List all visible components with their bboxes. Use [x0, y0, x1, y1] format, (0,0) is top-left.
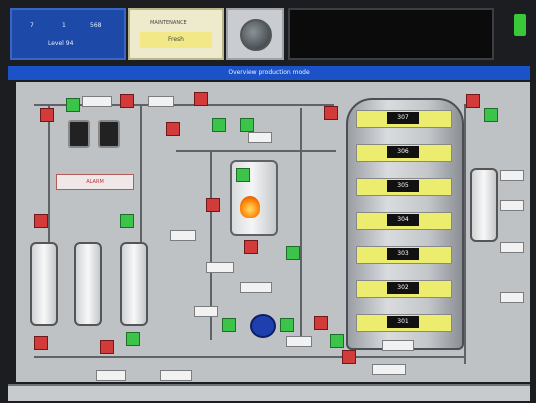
silo-row[interactable]: 303: [356, 246, 452, 264]
pipe-bottom: [34, 356, 464, 358]
dial-icon: [240, 19, 272, 51]
value-label: [148, 96, 174, 107]
valve-red[interactable]: [40, 108, 54, 122]
gauge-panel[interactable]: [226, 8, 284, 60]
silo-tag: 304: [387, 214, 419, 226]
silo-row[interactable]: 307: [356, 110, 452, 128]
silo-tag: 301: [387, 316, 419, 328]
silo-row[interactable]: 302: [356, 280, 452, 298]
tank-3[interactable]: [120, 242, 148, 326]
value-label: [206, 262, 234, 273]
value-label: [372, 364, 406, 375]
pipe-mid: [176, 150, 336, 152]
counter-a: 7: [30, 22, 34, 29]
silo-row[interactable]: 305: [356, 178, 452, 196]
valve-red[interactable]: [324, 106, 338, 120]
pipe-right: [300, 108, 302, 338]
valve-green[interactable]: [280, 318, 294, 332]
value-label: [240, 282, 272, 293]
tank-2[interactable]: [74, 242, 102, 326]
valve-red[interactable]: [244, 240, 258, 254]
valve-red[interactable]: [34, 336, 48, 350]
value-label: [82, 96, 112, 107]
mode-status: Fresh: [140, 32, 212, 48]
value-label: [170, 230, 196, 241]
pump-icon[interactable]: [250, 314, 276, 338]
mode-title: MAINTENANCE: [150, 20, 187, 26]
value-label: [286, 336, 312, 347]
counter-b: 1: [62, 22, 66, 29]
value-label: [500, 292, 524, 303]
valve-red[interactable]: [120, 94, 134, 108]
value-label: [194, 306, 218, 317]
counter-c: 568: [90, 22, 102, 29]
valve-green[interactable]: [222, 318, 236, 332]
run-indicator[interactable]: [514, 14, 526, 36]
silo-tag: 303: [387, 248, 419, 260]
value-label: [248, 132, 272, 143]
valve-red[interactable]: [466, 94, 480, 108]
value-label: [500, 200, 524, 211]
tank-right[interactable]: [470, 168, 498, 242]
value-label: [500, 170, 524, 181]
valve-red[interactable]: [100, 340, 114, 354]
valve-green[interactable]: [212, 118, 226, 132]
valve-green[interactable]: [126, 332, 140, 346]
message-display: [288, 8, 494, 60]
pipe-far-right: [464, 104, 466, 364]
burner-flame-icon: [240, 196, 260, 218]
valve-red[interactable]: [314, 316, 328, 330]
valve-green[interactable]: [120, 214, 134, 228]
valve-green[interactable]: [484, 108, 498, 122]
tank-1[interactable]: [30, 242, 58, 326]
storage-silo[interactable]: 307 306 305 304 303 302 301: [346, 98, 464, 350]
silo-row[interactable]: 301: [356, 314, 452, 332]
silo-tag: 305: [387, 180, 419, 192]
silo-row[interactable]: 306: [356, 144, 452, 162]
mode-panel[interactable]: MAINTENANCE Fresh: [128, 8, 224, 60]
panel-label: Level 94: [48, 40, 74, 47]
valve-red[interactable]: [34, 214, 48, 228]
valve-red[interactable]: [206, 198, 220, 212]
value-label: [500, 242, 524, 253]
silo-tag: 306: [387, 146, 419, 158]
silo-tag: 302: [387, 282, 419, 294]
value-label: [96, 370, 126, 381]
status-panel[interactable]: 7 1 568 Level 94: [10, 8, 126, 60]
valve-green[interactable]: [240, 118, 254, 132]
valve-green[interactable]: [66, 98, 80, 112]
silo-row[interactable]: 304: [356, 212, 452, 230]
filter-right[interactable]: [98, 120, 120, 148]
valve-green[interactable]: [330, 334, 344, 348]
page-title: Overview production mode: [8, 66, 530, 80]
valve-red[interactable]: [342, 350, 356, 364]
valve-green[interactable]: [236, 168, 250, 182]
footer-bar: [8, 384, 530, 401]
alarm-label[interactable]: ALARM: [56, 174, 134, 190]
filter-left[interactable]: [68, 120, 90, 148]
valve-green[interactable]: [286, 246, 300, 260]
silo-tag: 307: [387, 112, 419, 124]
hmi-screen: 7 1 568 Level 94 MAINTENANCE Fresh Overv…: [0, 0, 536, 403]
value-label: [160, 370, 192, 381]
valve-red[interactable]: [194, 92, 208, 106]
value-label: [382, 340, 414, 351]
valve-red[interactable]: [166, 122, 180, 136]
